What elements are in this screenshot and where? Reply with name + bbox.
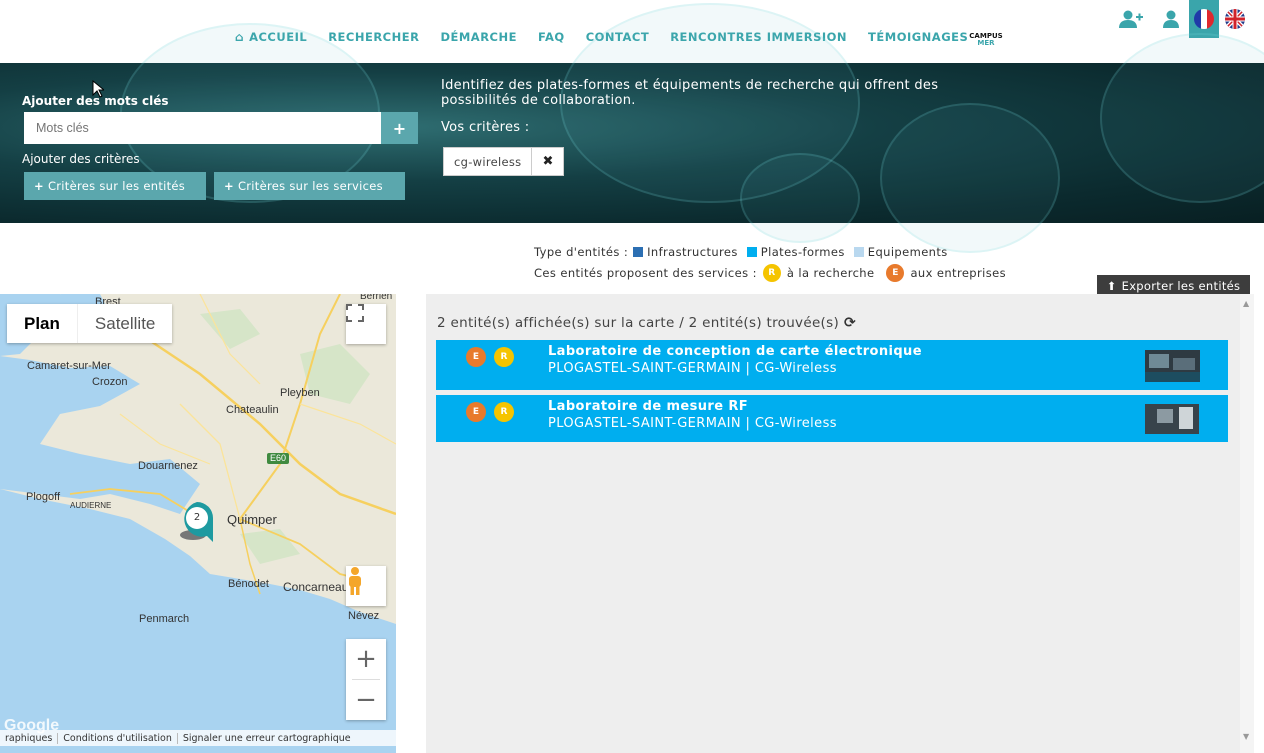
map-label-audierne: AUDIERNE <box>70 501 112 510</box>
legend-swatch-infrastructures <box>633 247 644 257</box>
map-type-control: Plan Satellite <box>7 304 173 343</box>
result-row[interactable]: E R Laboratoire de conception de carte é… <box>436 340 1228 390</box>
map-label-penmarch: Penmarch <box>139 613 190 625</box>
zoom-out-button[interactable]: − <box>346 680 386 720</box>
services-label: Ces entités proposent des services : <box>534 266 757 280</box>
fullscreen-button[interactable] <box>346 304 386 344</box>
map-label-pleyben: Pleyben <box>280 387 320 399</box>
map-report-link[interactable]: Signaler une erreur cartographique <box>178 733 356 744</box>
legend-infrastructures: Infrastructures <box>647 245 738 259</box>
plus-icon: + <box>224 179 234 193</box>
service-criteria-label: Critères sur les services <box>237 179 383 193</box>
map-label-berrien: Berrien <box>360 294 393 302</box>
service-badges: E R <box>466 402 522 422</box>
business-badge: E <box>466 402 486 422</box>
result-subtitle: PLOGASTEL-SAINT-GERMAIN | CG-Wireless <box>548 361 837 376</box>
map-terms-link[interactable]: Conditions d'utilisation <box>58 732 178 744</box>
map[interactable]: Brest Berrien Camaret-sur-Mer Crozon Ple… <box>0 294 396 753</box>
map-label-camaret: Camaret-sur-Mer <box>27 360 111 372</box>
legend-research: à la recherche <box>786 266 875 280</box>
map-footer-data: raphiques <box>0 732 59 744</box>
legend-plateformes: Plates-formes <box>760 245 845 259</box>
refresh-icon[interactable]: ⟳ <box>844 315 856 331</box>
result-thumbnail <box>1145 404 1199 434</box>
intro-text: Identifiez des plates-formes et équipeme… <box>441 78 939 108</box>
criteria-tag: cg-wireless ✖ <box>443 147 565 176</box>
research-badge: R <box>494 347 514 367</box>
services-legend: Ces entités proposent des services : Rà … <box>534 264 1006 282</box>
campus-logo[interactable]: CAMPUS MER <box>966 33 1006 51</box>
plus-icon: + <box>392 118 407 138</box>
results-count: 2 entité(s) affichée(s) sur la carte / 2… <box>437 315 856 331</box>
entity-criteria-label: Critères sur les entités <box>47 179 186 193</box>
service-criteria-button[interactable]: + Critères sur les services <box>214 172 405 200</box>
user-plus-icon[interactable] <box>1116 0 1146 38</box>
map-label-douarnenez: Douarnenez <box>138 460 198 472</box>
plus-icon: + <box>34 179 44 193</box>
map-footer: raphiques Conditions d'utilisation Signa… <box>0 730 396 746</box>
results-panel: 2 entité(s) affichée(s) sur la carte / 2… <box>426 294 1240 753</box>
nav-faq[interactable]: FAQ <box>538 30 565 44</box>
street-view-pegman[interactable] <box>346 566 386 606</box>
result-title[interactable]: Laboratoire de mesure RF <box>548 399 748 414</box>
business-badge: E <box>466 347 486 367</box>
page: ⌂ ACCUEIL RECHERCHER DÉMARCHE FAQ CONTACT… <box>0 0 1264 753</box>
map-label-quimper: Quimper <box>227 512 277 527</box>
entity-type-legend: Type d'entités : Infrastructures Plates-… <box>534 245 948 259</box>
business-badge: E <box>886 264 905 282</box>
map-label-concarneau: Concarneau <box>283 580 349 594</box>
zoom-control: + − <box>346 639 386 720</box>
map-cluster-marker[interactable]: 2 <box>179 500 215 544</box>
scroll-down-icon[interactable]: ▼ <box>1243 732 1249 741</box>
pegman-icon <box>349 567 361 595</box>
results-scrollbar[interactable]: ▲ ▼ <box>1240 294 1254 753</box>
map-label-nevez: Névez <box>348 610 380 622</box>
map-label-plogoff: Plogoff <box>26 491 61 503</box>
map-type-satellite[interactable]: Satellite <box>76 304 172 343</box>
result-thumbnail <box>1145 350 1200 382</box>
nav-demarche[interactable]: DÉMARCHE <box>440 30 517 44</box>
cluster-count: 2 <box>193 512 201 523</box>
service-badges: E R <box>466 347 522 367</box>
legend-business: aux entreprises <box>910 266 1006 280</box>
map-type-plan[interactable]: Plan <box>7 304 77 343</box>
export-label: Exporter les entités <box>1121 278 1241 293</box>
map-label-e60: E60 <box>270 453 287 463</box>
jellyfish-decoration <box>740 153 860 243</box>
nav-temoignages[interactable]: TÉMOIGNAGES <box>868 30 968 44</box>
logo-bottom-text: MER <box>977 39 995 47</box>
mouse-cursor-icon <box>92 80 104 98</box>
scroll-up-icon[interactable]: ▲ <box>1243 299 1249 308</box>
flag-uk-icon[interactable] <box>1220 0 1250 38</box>
criteria-title: Vos critères : <box>441 120 530 135</box>
keywords-input[interactable] <box>24 112 381 144</box>
fullscreen-icon <box>346 304 364 322</box>
result-row[interactable]: E R Laboratoire de mesure RF PLOGASTEL-S… <box>436 395 1228 442</box>
close-icon: ✖ <box>542 154 554 169</box>
search-banner: Ajouter des mots clés + Ajouter des crit… <box>0 3 1264 253</box>
criteria-tag-label: cg-wireless <box>444 148 533 175</box>
nav-rechercher[interactable]: RECHERCHER <box>328 30 419 44</box>
export-button[interactable]: ⬆ Exporter les entités <box>1097 275 1250 296</box>
result-title[interactable]: Laboratoire de conception de carte élect… <box>548 344 922 359</box>
remove-tag-button[interactable]: ✖ <box>532 148 563 175</box>
result-subtitle: PLOGASTEL-SAINT-GERMAIN | CG-Wireless <box>548 416 837 431</box>
map-label-crozon: Crozon <box>92 376 128 388</box>
add-keyword-button[interactable]: + <box>381 112 418 144</box>
results-count-text: 2 entité(s) affichée(s) sur la carte / 2… <box>437 315 840 331</box>
research-badge: R <box>494 402 514 422</box>
user-icon[interactable] <box>1156 0 1186 38</box>
map-label-benodet: Bénodet <box>228 578 269 590</box>
map-label-chateaulin: Chateaulin <box>226 404 279 416</box>
jellyfish-decoration <box>880 103 1060 253</box>
legend-swatch-plateformes <box>746 247 757 257</box>
legend-swatch-equipements <box>853 247 864 257</box>
entity-criteria-button[interactable]: + Critères sur les entités <box>24 172 206 200</box>
zoom-in-button[interactable]: + <box>346 639 386 679</box>
criteria-label: Ajouter des critères <box>22 152 140 166</box>
research-badge: R <box>762 264 781 282</box>
entity-type-label: Type d'entités : <box>534 245 629 259</box>
upload-icon: ⬆ <box>1106 278 1117 293</box>
legend-equipements: Equipements <box>867 245 948 259</box>
